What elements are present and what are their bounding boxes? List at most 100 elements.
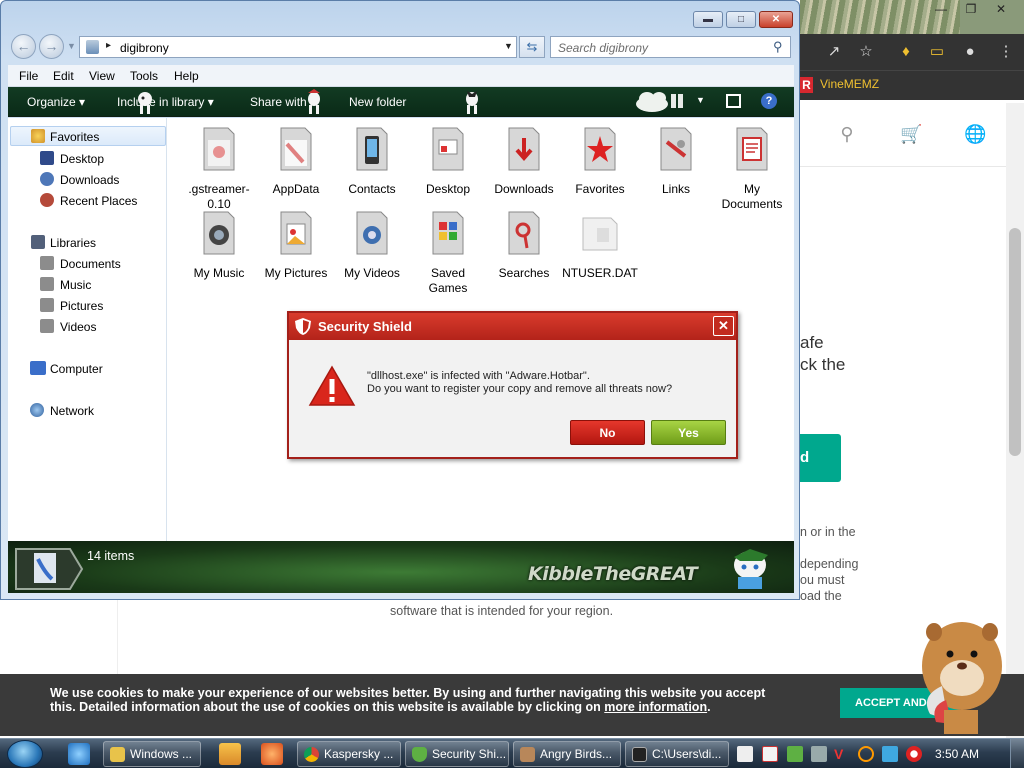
menu-file[interactable]: File [19, 69, 38, 83]
breadcrumb-arrow-icon[interactable]: ▸ [106, 40, 111, 51]
nav-pictures[interactable]: Pictures [60, 299, 103, 313]
menu-help[interactable]: Help [174, 69, 199, 83]
task-angry-birds[interactable]: Angry Birds... [513, 741, 621, 767]
close-button[interactable]: ✕ [759, 11, 793, 28]
nav-computer[interactable]: Computer [50, 362, 103, 376]
nav-music[interactable]: Music [60, 278, 91, 292]
navigation-pane: Favorites Desktop Downloads Recent Place… [8, 118, 167, 541]
menu-icon[interactable]: ⋮ [996, 42, 1016, 62]
share-icon[interactable]: ↗ [824, 42, 844, 62]
back-button[interactable]: ← [11, 34, 36, 59]
maximize-button[interactable]: □ [726, 11, 756, 28]
minimize-button[interactable]: ▬ [693, 11, 723, 28]
more-information-link[interactable]: more information [604, 700, 707, 714]
item-count: 14 items [87, 549, 135, 563]
nav-recent-places[interactable]: Recent Places [60, 194, 137, 208]
clock[interactable]: 3:50 AM [935, 747, 979, 761]
history-dropdown-icon[interactable]: ▼ [67, 41, 76, 51]
tray-network-icon[interactable] [811, 746, 827, 762]
task-security-shield[interactable]: Security Shi... [405, 741, 509, 767]
search-icon[interactable]: ⚲ [773, 39, 783, 55]
media-player-icon[interactable] [219, 743, 241, 765]
documents-folder-icon [736, 127, 768, 171]
nav-desktop[interactable]: Desktop [60, 152, 104, 166]
organize-button[interactable]: Organize ▾ [27, 95, 85, 109]
menu-tools[interactable]: Tools [130, 69, 158, 83]
new-folder-button[interactable]: New folder [349, 95, 406, 109]
star-icon[interactable]: ☆ [856, 42, 876, 62]
file-item[interactable]: My Videos [334, 210, 410, 281]
file-item[interactable]: Downloads [486, 126, 562, 197]
bookmark-vinememz[interactable]: VineMEMZ [820, 77, 879, 91]
cart-icon[interactable]: 🛒 [900, 123, 922, 145]
minimize-icon[interactable]: — [930, 2, 952, 16]
file-item[interactable]: AppData [258, 126, 334, 197]
nav-favorites[interactable]: Favorites [50, 130, 99, 144]
close-icon[interactable]: ✕ [990, 2, 1012, 16]
include-in-library-button[interactable]: Include in library ▾ [117, 95, 214, 109]
show-desktop-button[interactable] [1010, 739, 1024, 768]
videos-icon [40, 319, 54, 333]
address-dropdown-icon[interactable]: ▼ [504, 41, 513, 51]
download-button[interactable]: d [800, 434, 841, 482]
nav-downloads[interactable]: Downloads [60, 173, 119, 187]
task-command-prompt[interactable]: C:\Users\di... [625, 741, 729, 767]
tray-search2-icon[interactable] [858, 746, 874, 762]
globe-icon[interactable]: 🌐 [964, 123, 986, 145]
view-options-icon[interactable] [671, 94, 685, 108]
file-item[interactable]: Contacts [334, 126, 410, 197]
task-kaspersky[interactable]: Kaspersky ... [297, 741, 401, 767]
app-icon[interactable] [261, 743, 283, 765]
restore-icon[interactable]: ❐ [960, 2, 982, 16]
menu-edit[interactable]: Edit [53, 69, 74, 83]
file-item[interactable]: My Music [181, 210, 257, 281]
yes-button[interactable]: Yes [651, 420, 726, 445]
search-icon[interactable]: ⚲ [836, 123, 858, 145]
extensions-icon[interactable]: ♦ [896, 42, 916, 62]
file-item[interactable]: Favorites [562, 126, 638, 197]
file-label: NTUSER.DAT [562, 266, 638, 280]
tray-shield-icon[interactable] [787, 746, 803, 762]
menu-bar: File Edit View Tools Help [8, 65, 794, 87]
status-brand: KibbleTheGREAT [528, 563, 698, 585]
file-item[interactable]: My Documents [714, 126, 790, 212]
dialog-titlebar: Security Shield ✕ [289, 313, 736, 340]
preview-pane-icon[interactable] [726, 94, 741, 108]
file-label: Links [661, 182, 690, 196]
nav-videos[interactable]: Videos [60, 320, 96, 334]
angry-birds-icon [520, 747, 535, 762]
tray-app-icon[interactable] [906, 746, 922, 762]
file-item[interactable]: NTUSER.DAT [562, 210, 638, 281]
profile-icon[interactable]: ● [960, 42, 980, 62]
search-input[interactable]: Search digibrony ⚲ [550, 36, 791, 58]
file-item[interactable]: Links [638, 126, 714, 197]
shield-icon [412, 747, 427, 762]
file-item[interactable]: Desktop [410, 126, 486, 197]
menu-view[interactable]: View [89, 69, 115, 83]
tray-flag-icon[interactable] [762, 746, 778, 762]
nav-network[interactable]: Network [50, 404, 94, 418]
nav-libraries[interactable]: Libraries [50, 236, 96, 250]
start-button[interactable] [7, 740, 43, 768]
address-path[interactable]: digibrony [120, 41, 169, 55]
scrollbar-thumb[interactable] [1009, 228, 1021, 456]
no-button[interactable]: No [570, 420, 645, 445]
dialog-close-button[interactable]: ✕ [713, 316, 734, 336]
sidebar-icon[interactable]: ▭ [927, 42, 947, 62]
tray-search-icon[interactable] [737, 746, 753, 762]
address-bar[interactable]: ▸ digibrony ▼ [79, 36, 517, 58]
file-item[interactable]: .gstreamer-0.10 [181, 126, 257, 212]
help-icon[interactable]: ? [761, 93, 777, 109]
forward-button[interactable]: → [39, 34, 64, 59]
file-item[interactable]: Saved Games [410, 210, 486, 296]
tray-display-icon[interactable] [882, 746, 898, 762]
view-dropdown-icon[interactable]: ▼ [696, 95, 705, 105]
refresh-button[interactable]: ⇆ [519, 36, 545, 58]
file-item[interactable]: My Pictures [258, 210, 334, 281]
task-windows-explorer[interactable]: Windows ... [103, 741, 201, 767]
internet-explorer-icon[interactable] [68, 743, 90, 765]
file-item[interactable]: Searches [486, 210, 562, 281]
pony-decoration-icon [138, 92, 152, 114]
nav-documents[interactable]: Documents [60, 257, 121, 271]
tray-v-icon[interactable]: V [834, 746, 850, 762]
